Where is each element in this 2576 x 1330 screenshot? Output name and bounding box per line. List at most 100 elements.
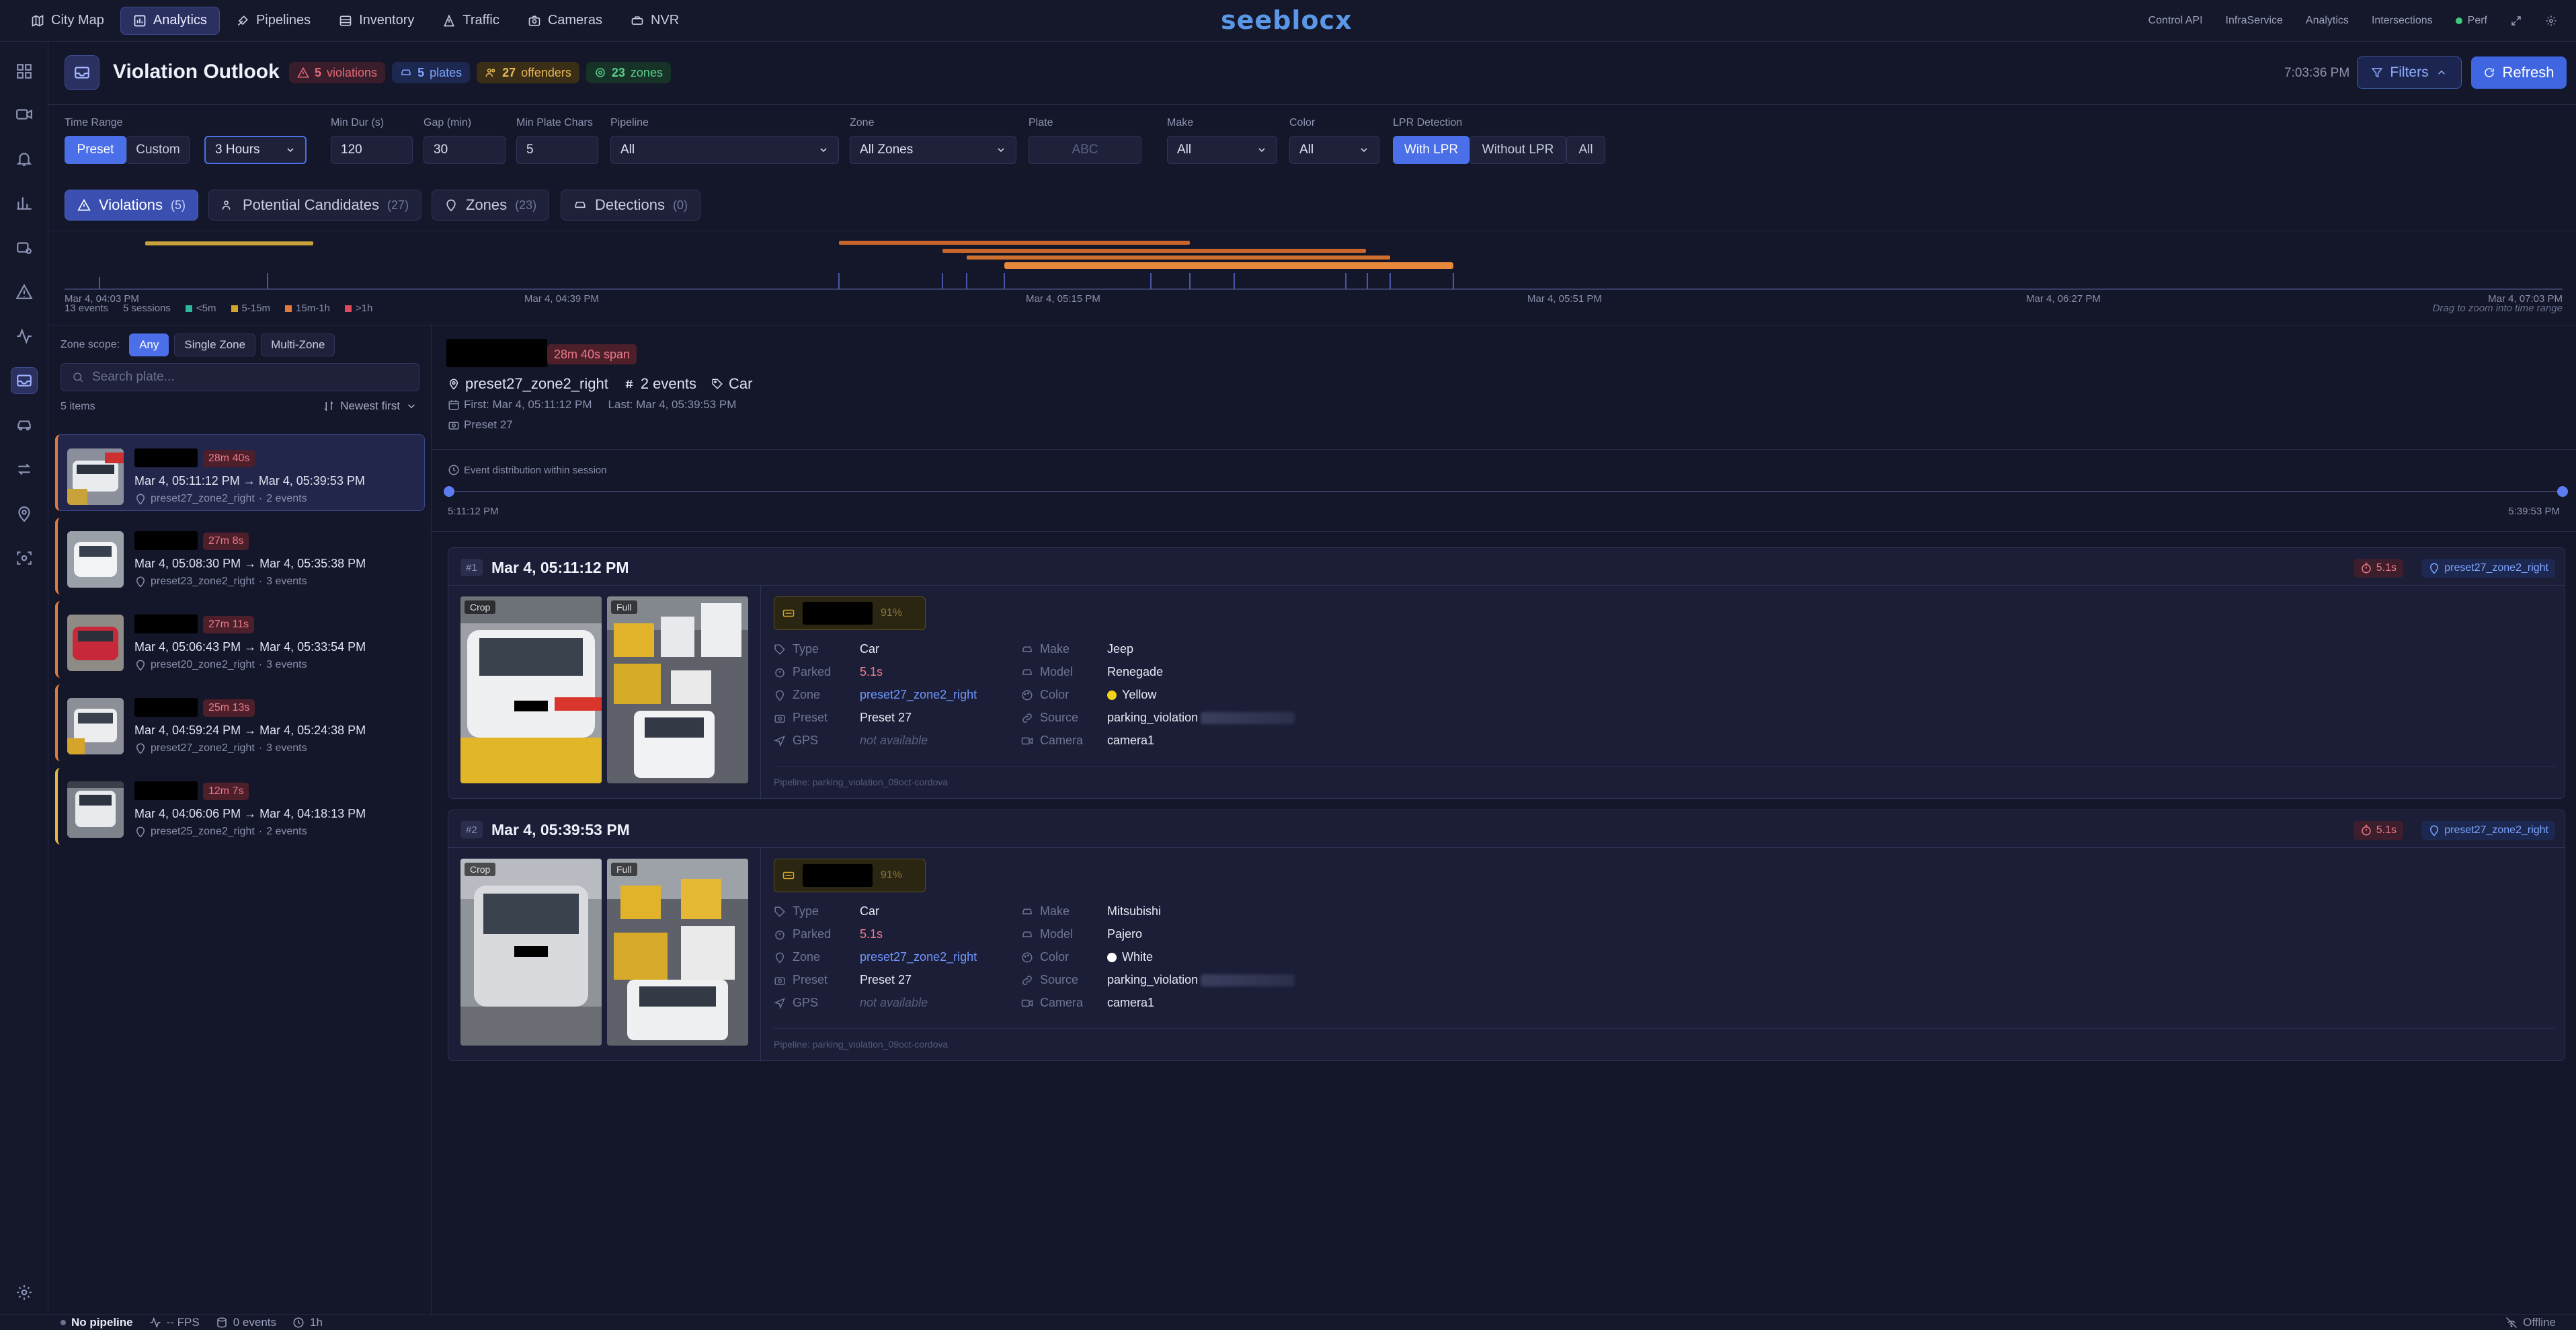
plate-redacted [803, 864, 873, 887]
sidebar-transfers[interactable] [11, 456, 38, 483]
color-select[interactable]: All [1289, 136, 1379, 164]
tab-violations[interactable]: Violations (5) [65, 190, 198, 221]
sidebar-camera-search[interactable] [11, 234, 38, 261]
timeline-bars[interactable] [48, 231, 2576, 299]
sidebar-alerts[interactable] [11, 145, 38, 172]
nav-infraservice[interactable]: InfraService [2226, 15, 2283, 27]
without-lpr-toggle[interactable]: Without LPR [1470, 136, 1566, 164]
sidebar-warnings[interactable] [11, 278, 38, 305]
perf-indicator[interactable]: Perf [2455, 15, 2487, 27]
gap-input[interactable]: 30 [424, 136, 506, 164]
nav-cameras[interactable]: Cameras [516, 7, 614, 35]
nav-city-map[interactable]: City Map [19, 7, 116, 35]
sidebar-locations[interactable] [11, 500, 38, 527]
event-card[interactable]: #2 Mar 4, 05:39:53 PM 5.1s preset27_zone… [448, 810, 2565, 1062]
parked-badge: 5.1s [2353, 559, 2403, 578]
zone-badge[interactable]: preset27_zone2_right [2421, 821, 2555, 840]
list-item[interactable]: 28m 40s Mar 4, 05:11:12 PM → Mar 4, 05:3… [55, 434, 425, 511]
sort-select[interactable]: Newest first [323, 399, 417, 413]
scope-any[interactable]: Any [129, 334, 169, 356]
sort-icon [324, 401, 333, 412]
sidebar-violations[interactable] [11, 367, 38, 394]
refresh-button[interactable]: Refresh [2471, 56, 2567, 89]
zone-link[interactable]: preset27_zone2_right [860, 950, 977, 964]
scope-multi-zone[interactable]: Multi-Zone [261, 334, 335, 356]
crop-image[interactable]: Crop [460, 859, 602, 1046]
list-item[interactable]: 27m 11s Mar 4, 05:06:43 PM → Mar 4, 05:3… [55, 601, 425, 678]
redacted-text [1201, 974, 1295, 987]
with-lpr-toggle[interactable]: With LPR [1393, 136, 1470, 164]
distribution-point[interactable] [444, 486, 454, 497]
filters-button[interactable]: Filters [2357, 56, 2462, 89]
window-status: 1h [292, 1316, 323, 1329]
event-card[interactable]: #1 Mar 4, 05:11:12 PM 5.1s preset27_zone… [448, 547, 2565, 799]
clock-icon [448, 465, 459, 475]
list-item[interactable]: 27m 8s Mar 4, 05:08:30 PM → Mar 4, 05:35… [55, 518, 425, 594]
violation-list-panel: Zone scope: Any Single Zone Multi-Zone S… [48, 325, 432, 1314]
sidebar-activity[interactable] [11, 323, 38, 350]
sidebar-video[interactable] [11, 101, 38, 128]
tab-zones[interactable]: Zones (23) [432, 190, 550, 221]
page-header: Violation Outlook 5 violations 5 plates 27… [48, 42, 2576, 105]
plate-input[interactable]: ABC [1029, 136, 1141, 164]
violation-detail: 28m 40s span preset27_zone2_right 2 even… [432, 325, 2576, 1314]
plate-icon [782, 871, 795, 879]
plate-search-input[interactable]: Search plate... [61, 363, 419, 391]
gear-icon[interactable] [2545, 15, 2557, 27]
nav-nvr[interactable]: NVR [618, 7, 691, 35]
all-lpr-toggle[interactable]: All [1566, 136, 1605, 164]
sidebar-stats[interactable] [11, 190, 38, 217]
nav-control-api[interactable]: Control API [2148, 15, 2203, 27]
custom-toggle[interactable]: Custom [126, 136, 190, 164]
field-preset: Preset Preset 27 [774, 711, 912, 725]
tab-potential-candidates[interactable]: Potential Candidates (27) [208, 190, 422, 221]
zone-select[interactable]: All Zones [850, 136, 1016, 164]
span-badge: 28m 40s span [547, 344, 637, 364]
session-timeline[interactable]: Mar 4, 04:03 PM Mar 4, 04:39 PM Mar 4, 0… [48, 231, 2576, 325]
list-item[interactable]: 25m 13s Mar 4, 04:59:24 PM → Mar 4, 05:2… [55, 684, 425, 761]
full-image[interactable]: Full [607, 596, 748, 783]
zone-badge[interactable]: preset27_zone2_right [2421, 559, 2555, 578]
field-zone: Zone preset27_zone2_right [774, 688, 977, 702]
sidebar-scan[interactable] [11, 545, 38, 572]
min-plate-chars-label: Min Plate Chars [516, 117, 593, 128]
nav-analytics[interactable]: Analytics [120, 6, 220, 35]
nav-inventory[interactable]: Inventory [327, 7, 426, 35]
navigation-icon [774, 735, 786, 747]
distribution-end: 5:39:53 PM [2508, 506, 2560, 517]
nav-traffic[interactable]: Traffic [430, 7, 511, 35]
car-icon [575, 202, 586, 208]
pin-icon [449, 379, 458, 390]
camera-icon [774, 715, 785, 723]
min-dur-input[interactable]: 120 [331, 136, 413, 164]
sidebar-vehicles[interactable] [11, 412, 38, 438]
nav-intersections[interactable]: Intersections [2372, 15, 2433, 27]
pipeline-select[interactable]: All [610, 136, 839, 164]
full-image[interactable]: Full [607, 859, 748, 1046]
list-item[interactable]: 12m 7s Mar 4, 04:06:06 PM → Mar 4, 04:18… [55, 768, 425, 845]
distribution-point[interactable] [2557, 486, 2568, 497]
expand-icon[interactable] [2510, 15, 2522, 27]
field-type: Type Car [774, 904, 879, 918]
nav-pipelines[interactable]: Pipelines [224, 7, 323, 35]
min-plate-chars-input[interactable]: 5 [516, 136, 598, 164]
brand-logo[interactable]: seeblocx [1221, 5, 1353, 35]
hash-icon [625, 379, 633, 389]
make-select[interactable]: All [1167, 136, 1277, 164]
field-make: Make Mitsubishi [1021, 904, 1161, 918]
preset-toggle[interactable]: Preset [65, 136, 126, 164]
divider [774, 1028, 2555, 1029]
timer-icon [775, 668, 784, 677]
sidebar-settings[interactable] [11, 1279, 38, 1306]
crop-image[interactable]: Crop [460, 596, 602, 783]
zone-link[interactable]: preset27_zone2_right [860, 688, 977, 702]
bell-icon [16, 153, 32, 166]
time-range-select[interactable]: 3 Hours [204, 136, 307, 164]
legend-item: 5-15m [231, 303, 270, 314]
sidebar-dashboard[interactable] [11, 58, 38, 85]
parked-badge: 5.1s [2353, 821, 2403, 840]
tab-detections[interactable]: Detections (0) [561, 190, 700, 221]
nav-analytics-link[interactable]: Analytics [2306, 15, 2349, 27]
event-time: Mar 4, 05:11:12 PM [491, 559, 629, 576]
scope-single-zone[interactable]: Single Zone [174, 334, 256, 356]
